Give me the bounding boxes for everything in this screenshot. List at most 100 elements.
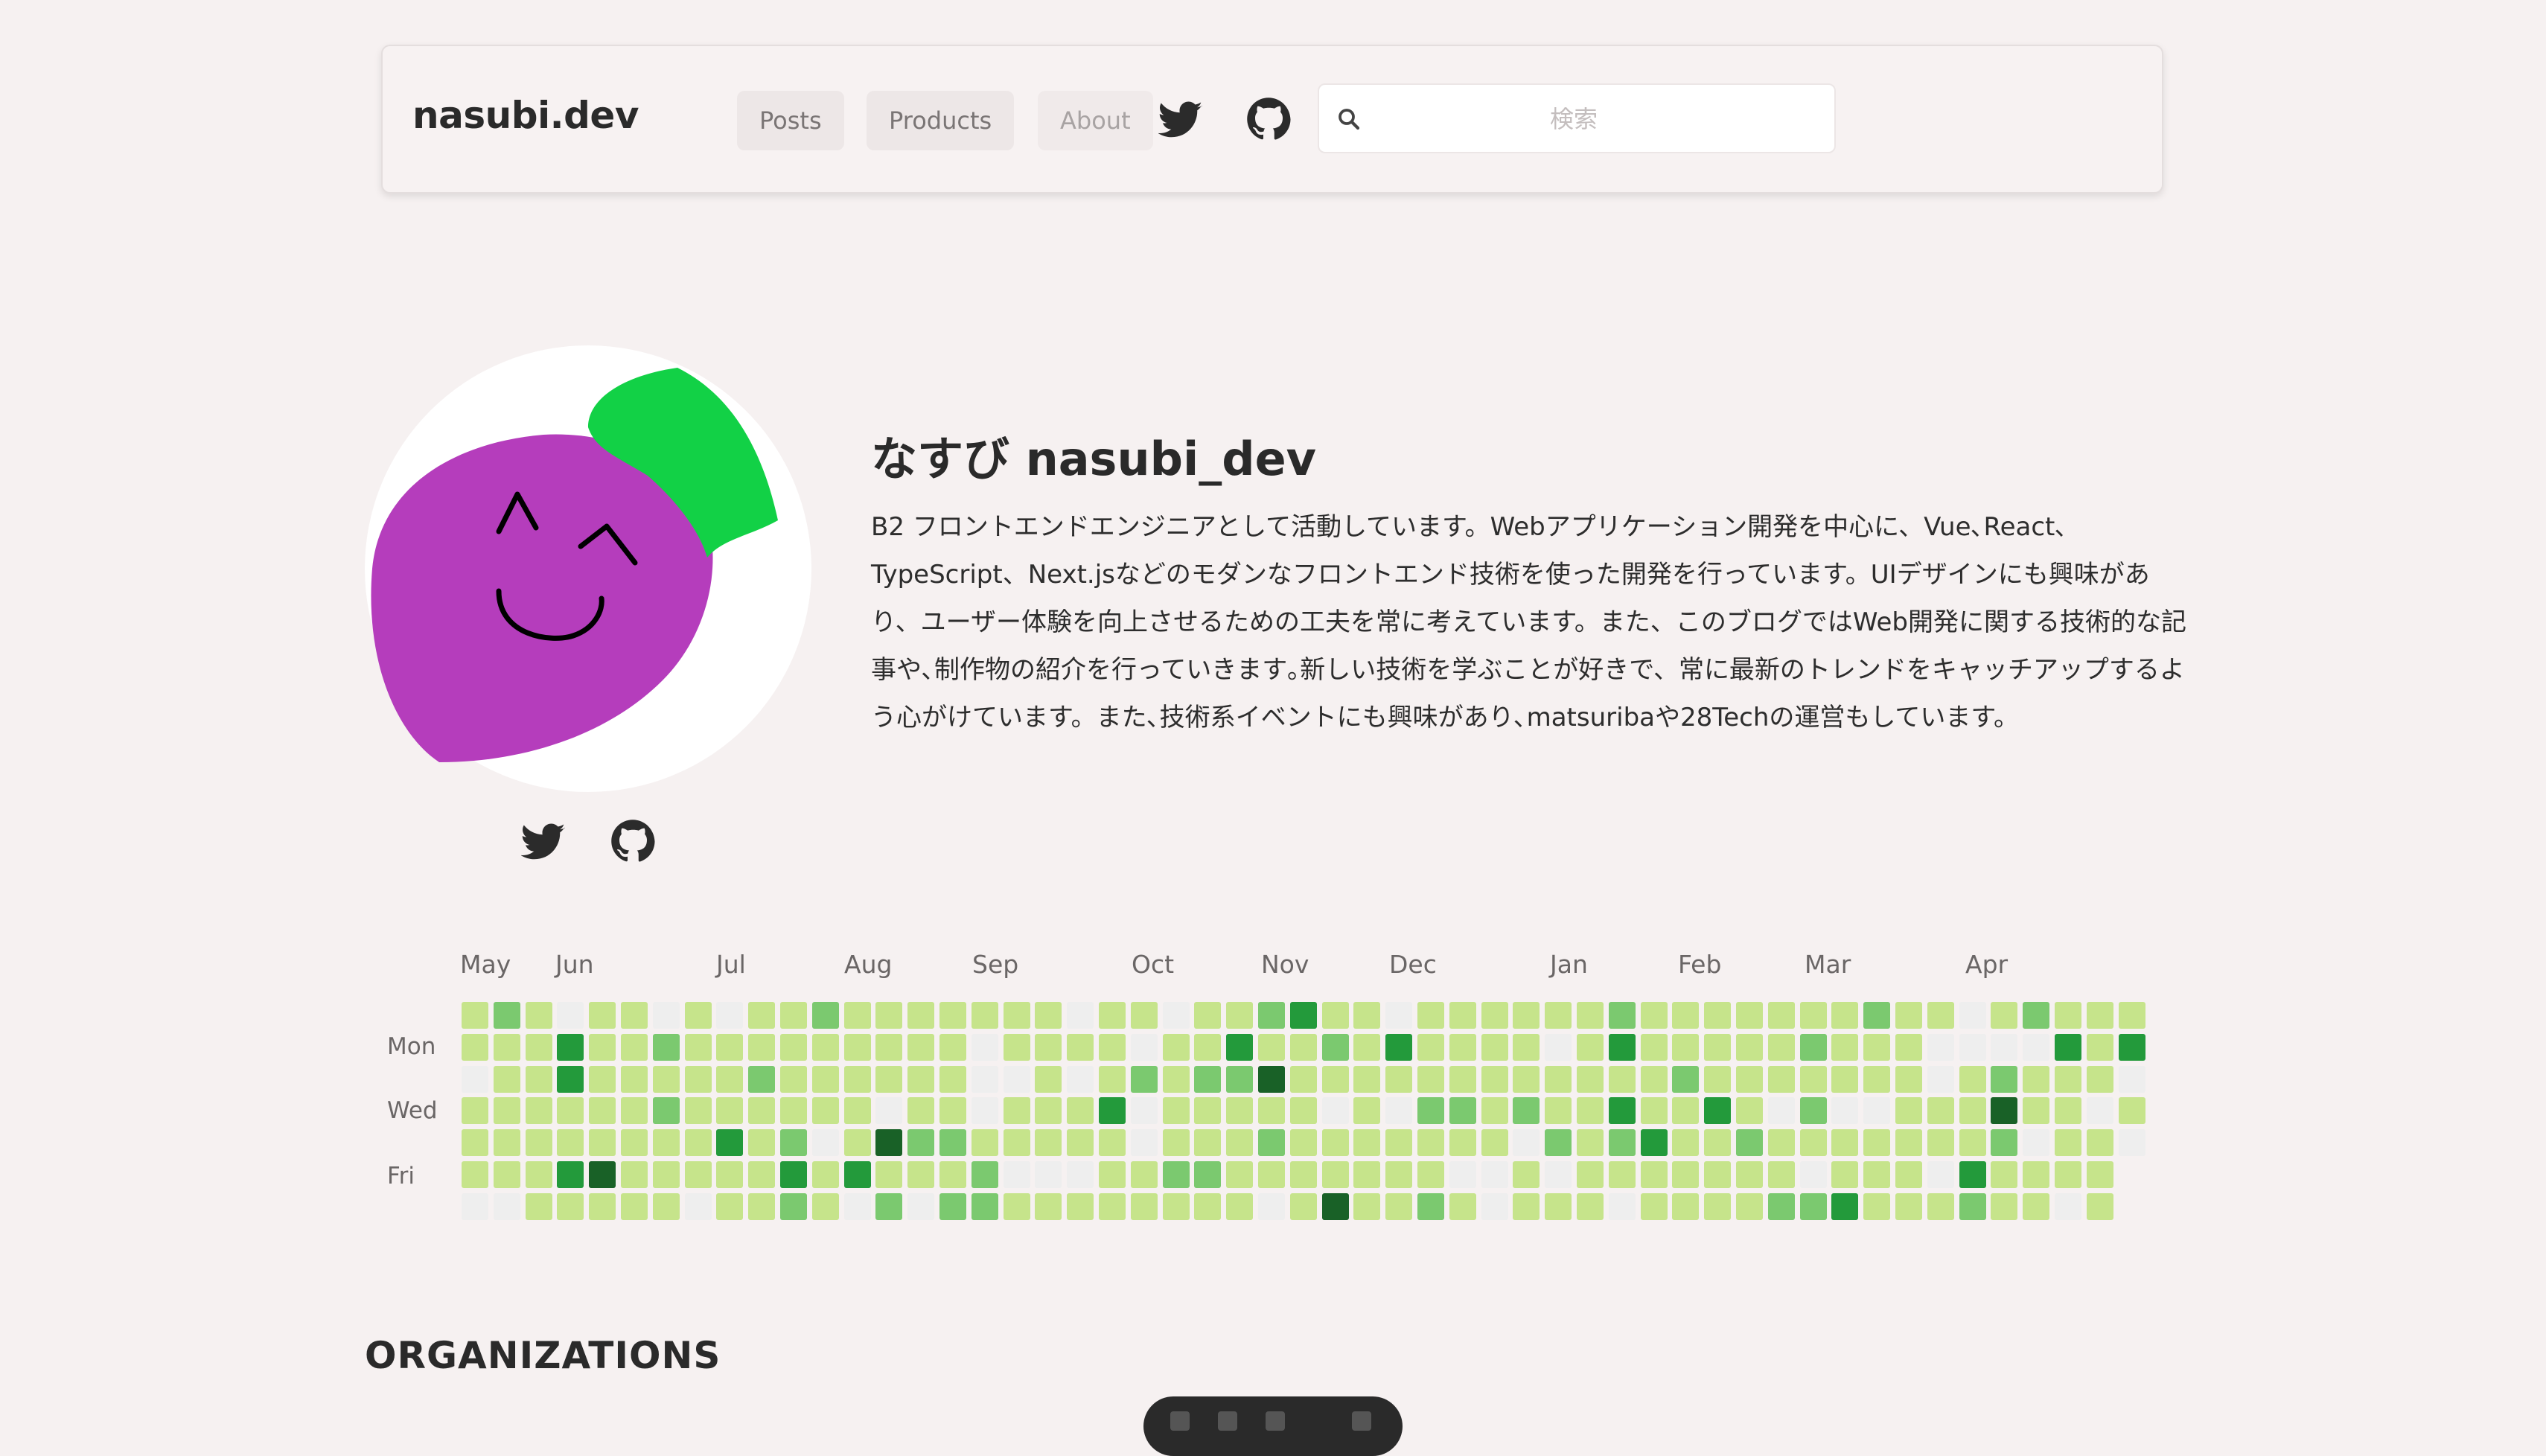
contribution-cell xyxy=(1831,1192,1859,1220)
contribution-cell xyxy=(1003,1161,1030,1188)
contribution-cell xyxy=(1353,1033,1381,1061)
contribution-cell xyxy=(1608,1192,1636,1220)
nav-posts[interactable]: Posts xyxy=(737,91,844,150)
search-icon xyxy=(1339,109,1360,130)
contribution-cell xyxy=(1513,1065,1540,1093)
contribution-cell xyxy=(716,1097,744,1125)
month-label: Jun xyxy=(555,950,594,979)
month-label: Feb xyxy=(1678,950,1722,979)
contribution-cell xyxy=(1895,1192,1922,1220)
contribution-cell xyxy=(652,1161,680,1188)
contribution-cell xyxy=(748,1033,776,1061)
contribution-cell xyxy=(589,1161,616,1188)
contribution-cell xyxy=(1417,1033,1444,1061)
contribution-cell xyxy=(2023,1097,2050,1125)
contribution-cell xyxy=(811,1097,839,1125)
contribution-cell xyxy=(811,1129,839,1157)
contribution-cell xyxy=(907,1129,935,1157)
nav-products[interactable]: Products xyxy=(867,91,1015,150)
contribution-cell xyxy=(1099,1097,1126,1125)
contribution-cell xyxy=(652,1033,680,1061)
contribution-cell xyxy=(493,1129,520,1157)
day-label: Fri xyxy=(387,1163,415,1190)
contribution-cell xyxy=(907,1065,935,1093)
contribution-cell xyxy=(1959,1033,1986,1061)
twitter-icon[interactable] xyxy=(521,819,566,863)
contribution-cell xyxy=(1927,1192,1954,1220)
contribution-cell xyxy=(1353,1002,1381,1029)
contribution-cell xyxy=(907,1033,935,1061)
contribution-cell xyxy=(1226,1033,1254,1061)
contribution-cell xyxy=(1991,1161,2018,1188)
contribution-cell xyxy=(1640,1033,1668,1061)
contribution-cell xyxy=(1672,1002,1700,1029)
contribution-cell xyxy=(971,1129,998,1157)
contribution-cell xyxy=(780,1161,807,1188)
twitter-icon[interactable] xyxy=(1158,97,1203,141)
contribution-cell xyxy=(652,1192,680,1220)
contribution-cell xyxy=(2023,1033,2050,1061)
contribution-cell xyxy=(652,1002,680,1029)
contribution-cell xyxy=(1736,1002,1763,1029)
contribution-cell xyxy=(1577,1033,1604,1061)
contribution-cell xyxy=(1099,1002,1126,1029)
profile-bio: B2 フロントエンドエンジニアとして活動しています。Webアプリケーション開発を… xyxy=(871,512,2186,732)
contribution-cell xyxy=(621,1002,648,1029)
contribution-cell xyxy=(875,1033,903,1061)
contribution-cell xyxy=(1417,1097,1444,1125)
contribution-cell xyxy=(1003,1129,1030,1157)
contribution-cell xyxy=(748,1129,776,1157)
contribution-cell xyxy=(843,1161,871,1188)
contribution-cell xyxy=(2118,1097,2145,1125)
site-header: nasubi.dev Posts Products About xyxy=(381,45,2163,194)
contribution-cell xyxy=(1767,1033,1795,1061)
contribution-cell xyxy=(939,1129,966,1157)
github-icon[interactable] xyxy=(1246,97,1291,141)
contribution-cell xyxy=(907,1161,935,1188)
contribution-cell xyxy=(1417,1002,1444,1029)
contribution-cell xyxy=(1640,1192,1668,1220)
contribution-cell xyxy=(1067,1033,1094,1061)
contribution-cell xyxy=(875,1192,903,1220)
contribution-cell xyxy=(1863,1192,1891,1220)
nav-about[interactable]: About xyxy=(1038,91,1153,150)
contribution-cell xyxy=(1417,1129,1444,1157)
contribution-cell xyxy=(1035,1097,1062,1125)
day-label: Mon xyxy=(387,1033,436,1060)
contribution-cell xyxy=(1767,1129,1795,1157)
contribution-cell xyxy=(716,1033,744,1061)
contribution-cell xyxy=(652,1065,680,1093)
contribution-cell xyxy=(1799,1192,1827,1220)
contribution-cell xyxy=(1991,1192,2018,1220)
contribution-cell xyxy=(1863,1161,1891,1188)
site-title[interactable]: nasubi.dev xyxy=(412,94,639,137)
contribution-cell xyxy=(493,1002,520,1029)
contribution-cell xyxy=(1831,1097,1859,1125)
contribution-cell xyxy=(1991,1065,2018,1093)
contribution-cell xyxy=(621,1033,648,1061)
contribution-cell xyxy=(525,1002,552,1029)
contribution-cell xyxy=(1449,1065,1476,1093)
contribution-cell xyxy=(684,1192,712,1220)
search-input[interactable] xyxy=(1371,95,1776,143)
contribution-cell xyxy=(1863,1097,1891,1125)
contribution-cell xyxy=(716,1161,744,1188)
contribution-cell xyxy=(1895,1097,1922,1125)
contribution-cell xyxy=(2023,1002,2050,1029)
contribution-cell xyxy=(1608,1033,1636,1061)
contribution-cell xyxy=(1767,1192,1795,1220)
contribution-cell xyxy=(1608,1065,1636,1093)
org-icon xyxy=(1170,1411,1190,1431)
contribution-cell xyxy=(748,1161,776,1188)
month-label: Nov xyxy=(1261,950,1309,979)
month-label: Aug xyxy=(844,950,893,979)
contribution-cell xyxy=(843,1129,871,1157)
contribution-cell xyxy=(1449,1161,1476,1188)
github-icon[interactable] xyxy=(610,819,655,863)
contribution-cell xyxy=(1736,1192,1763,1220)
contribution-cell xyxy=(875,1097,903,1125)
contribution-cell xyxy=(1513,1192,1540,1220)
contribution-cell xyxy=(2118,1129,2145,1157)
organization-card[interactable] xyxy=(1143,1396,1403,1456)
search-box[interactable] xyxy=(1318,83,1836,153)
